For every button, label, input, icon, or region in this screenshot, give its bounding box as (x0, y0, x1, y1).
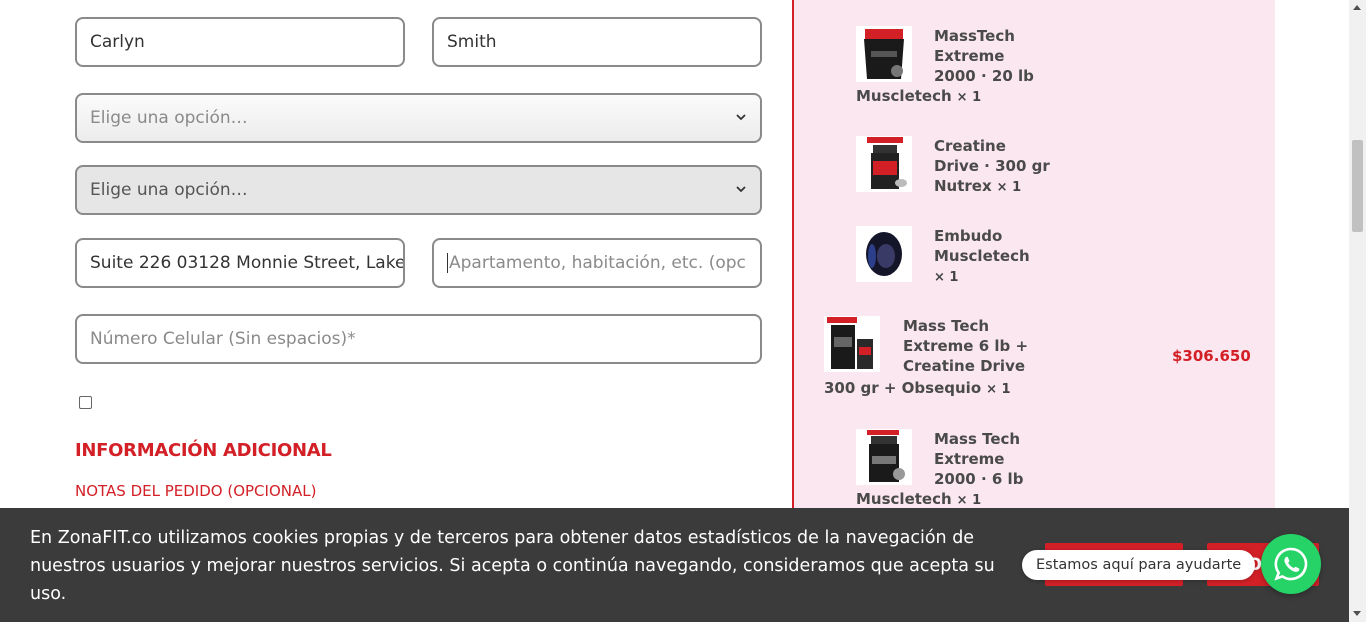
item-name-line: Creatine Drive (903, 357, 1026, 375)
scroll-up-arrow[interactable] (1353, 5, 1361, 10)
page-scrollbar[interactable] (1349, 0, 1366, 622)
protein-bag-icon (864, 29, 904, 79)
street-address-value: Suite 226 03128 Monnie Street, Lake (90, 253, 405, 273)
order-notes-label: NOTAS DEL PEDIDO (OPCIONAL) (75, 482, 317, 500)
chevron-down-icon (736, 114, 746, 121)
cart-item-4-extra: 300 gr + Obsequio × 1 (824, 378, 1011, 400)
apartment-input[interactable]: Apartamento, habitación, etc. (opc (432, 238, 762, 288)
product-thumbnail (856, 136, 912, 192)
cookie-banner: En ZonaFIT.co utilizamos cookies propias… (0, 508, 1349, 622)
first-name-value: Carlyn (90, 32, 145, 52)
item-name-line: 2000 · 6 lb (934, 470, 1024, 488)
country-select[interactable]: Elige una opción… (75, 93, 762, 143)
item-name-line: Drive · 300 gr (934, 157, 1050, 175)
last-name-value: Smith (447, 32, 497, 52)
region-select-value: Elige una opción… (90, 180, 248, 200)
checkout-page: Carlyn Smith Elige una opción… Elige una… (0, 0, 1366, 622)
item-name-line: Embudo (934, 227, 1003, 245)
first-name-input[interactable]: Carlyn (75, 17, 405, 67)
product-thumbnail (856, 429, 912, 485)
last-name-input[interactable]: Smith (432, 17, 762, 67)
item-name-line: 300 gr + Obsequio (824, 379, 982, 397)
funnel-icon (866, 232, 902, 276)
combo-icon (827, 317, 873, 369)
region-select[interactable]: Elige una opción… (75, 165, 762, 215)
cart-item-2: Creatine Drive · 300 gr Nutrex × 1 (934, 136, 1050, 198)
apartment-placeholder: Apartamento, habitación, etc. (opc (449, 253, 746, 273)
cart-item-4: Mass Tech Extreme 6 lb + Creatine Drive (903, 316, 1028, 376)
item-name-line: Mass Tech (934, 430, 1021, 448)
cart-item-3: Embudo Muscletech × 1 (934, 226, 1030, 288)
item-subtotal-price: $306.650 (1172, 347, 1251, 365)
chat-prompt-bubble[interactable]: Estamos aquí para ayudarte (1022, 550, 1256, 580)
protein-tub-icon (867, 430, 905, 482)
scroll-down-arrow[interactable] (1353, 611, 1361, 616)
chat-prompt-text: Estamos aquí para ayudarte (1036, 557, 1242, 573)
item-quantity: × 1 (956, 493, 982, 508)
cart-item-5: Mass Tech Extreme 2000 · 6 lb (934, 429, 1023, 489)
item-quantity: × 1 (956, 90, 982, 105)
phone-placeholder: Número Celular (Sin espacios)* (90, 329, 356, 349)
item-name-line: Nutrex (934, 177, 992, 195)
text-caret (447, 253, 448, 273)
item-name-line: Muscletech (934, 247, 1030, 265)
whatsapp-chat-button[interactable] (1261, 534, 1321, 594)
product-thumbnail (856, 26, 912, 82)
item-name-line: Creatine (934, 137, 1006, 155)
scrollbar-thumb[interactable] (1352, 140, 1363, 232)
item-name-line: Mass Tech (903, 317, 990, 335)
item-name-line: Extreme 6 lb + (903, 337, 1029, 355)
product-thumbnail (824, 316, 880, 372)
country-select-value: Elige una opción… (90, 108, 248, 128)
item-name-line: 2000 · 20 lb (934, 67, 1034, 85)
item-name-line: MassTech (934, 27, 1015, 45)
item-quantity: × 1 (986, 382, 1011, 397)
cart-item-1-brand: Muscletech × 1 (856, 86, 981, 108)
item-name-line: Extreme (934, 450, 1005, 468)
creatine-jar-icon (867, 137, 907, 189)
item-name-line: Muscletech (856, 490, 952, 508)
whatsapp-icon (1274, 547, 1308, 581)
cart-item-1: MassTech Extreme 2000 · 20 lb (934, 26, 1034, 86)
phone-input[interactable]: Número Celular (Sin espacios)* (75, 314, 762, 364)
item-name-line: Extreme (934, 47, 1005, 65)
ship-different-checkbox[interactable] (79, 396, 92, 409)
item-name-line: Muscletech (856, 87, 952, 105)
street-address-input[interactable]: Suite 226 03128 Monnie Street, Lake (75, 238, 405, 288)
cookie-message: En ZonaFIT.co utilizamos cookies propias… (30, 528, 995, 604)
additional-info-heading: INFORMACIÓN ADICIONAL (75, 440, 332, 461)
item-quantity: × 1 (934, 270, 959, 285)
item-quantity: × 1 (996, 180, 1022, 195)
chevron-down-icon (736, 186, 746, 193)
product-thumbnail (856, 226, 912, 282)
